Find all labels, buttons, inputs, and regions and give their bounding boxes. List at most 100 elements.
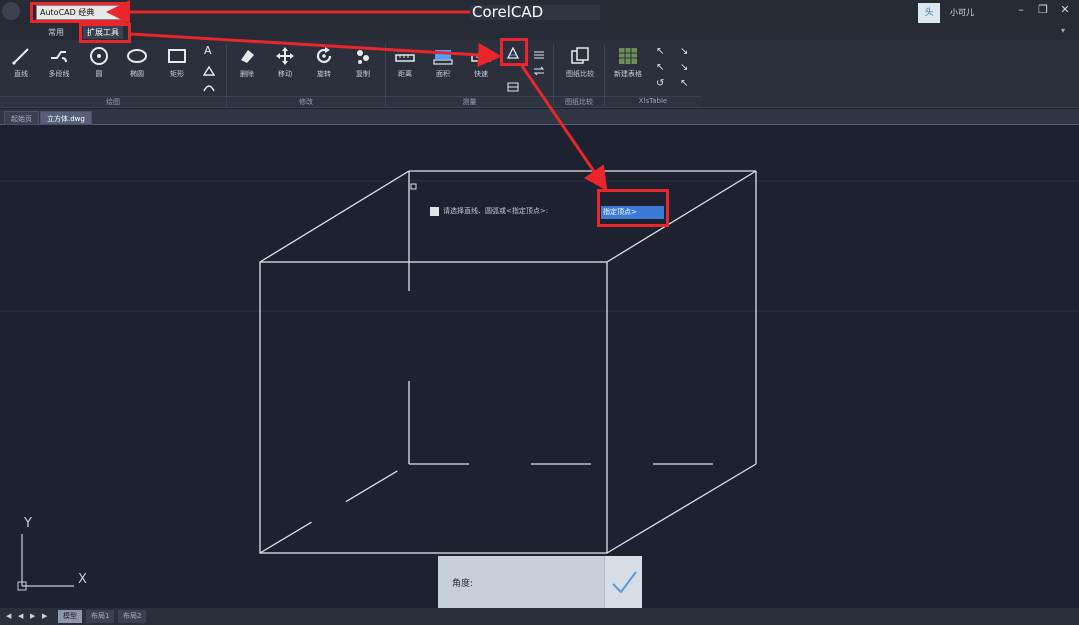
- workspace-dropdown-value: AutoCAD 经典: [40, 8, 95, 17]
- cursor-add-icon[interactable]: ↖: [656, 46, 668, 58]
- tab-layout1[interactable]: 布局1: [86, 610, 115, 623]
- document-tab-strip: 起始页 立方体.dwg: [0, 109, 1079, 125]
- avatar[interactable]: 头: [918, 3, 940, 23]
- user-name[interactable]: 小可儿: [950, 7, 974, 18]
- drawing-compare-label: 图纸比较: [566, 70, 594, 78]
- prev-tab-icon[interactable]: ◀: [18, 612, 23, 620]
- distance-button[interactable]: 距离: [388, 44, 422, 94]
- text-icon[interactable]: A: [204, 44, 216, 57]
- app-logo-icon[interactable]: [2, 2, 20, 20]
- table-small-icon[interactable]: [507, 78, 519, 92]
- angle-measure-icon[interactable]: [506, 44, 520, 59]
- arc-icon[interactable]: [203, 78, 215, 92]
- rotate-label: 旋转: [317, 70, 331, 78]
- quick-measure-button[interactable]: 快速: [464, 44, 498, 94]
- first-tab-icon[interactable]: ◀: [6, 612, 11, 620]
- ruler-icon: [395, 50, 415, 62]
- copy-label: 复制: [356, 70, 370, 78]
- area-button[interactable]: 面积: [426, 44, 460, 94]
- rotate-button[interactable]: 旋转: [307, 44, 341, 94]
- polyline-icon: [51, 51, 67, 63]
- ellipse-icon: [127, 49, 147, 63]
- ribbon-options-icon[interactable]: ▾: [1061, 26, 1065, 35]
- drawing-canvas[interactable]: Y X 请选择直线、圆弧或<指定顶点>: 指定顶点> 角度:: [0, 126, 1079, 608]
- command-input-field[interactable]: 指定顶点>: [601, 206, 664, 219]
- modify-group-label: 修改: [227, 96, 385, 107]
- tab-model[interactable]: 模型: [58, 610, 82, 623]
- move-icon: [276, 47, 294, 65]
- close-icon[interactable]: ✕: [1058, 3, 1072, 17]
- rectangle-label: 矩形: [170, 70, 184, 78]
- compare-icon: [571, 47, 589, 64]
- tab-drawing-file[interactable]: 立方体.dwg: [40, 111, 92, 125]
- circle-label: 圆: [95, 70, 103, 78]
- list-icon[interactable]: [533, 46, 545, 59]
- tab-layout2[interactable]: 布局2: [118, 610, 147, 623]
- title-bar: AutoCAD 经典 ▼ CorelCAD 头 小可儿 – ❐ ✕: [0, 0, 1079, 24]
- chevron-down-icon: ▼: [113, 8, 119, 16]
- move-label: 移动: [278, 70, 292, 78]
- copy-icon: [357, 50, 369, 64]
- confirm-button[interactable]: [604, 556, 642, 608]
- line-icon: [12, 48, 29, 65]
- line-button[interactable]: 直线: [4, 44, 38, 94]
- ellipse-button[interactable]: 椭圆: [120, 44, 154, 94]
- next-tab-icon[interactable]: ▶: [30, 612, 35, 620]
- cube-front-face: [259, 261, 608, 554]
- polyline-label: 多段线: [48, 70, 70, 78]
- rectangle-icon: [168, 49, 186, 63]
- table-group-label: XlsTable: [605, 96, 701, 107]
- circle-icon: [90, 47, 108, 65]
- ribbon-panel: 直线 多段线 圆 椭圆 矩形 A 删除 移动 旋转 复制 距离 面积 快速 图纸…: [0, 40, 1079, 108]
- ucs-y-label: Y: [24, 516, 32, 531]
- hatch-icon[interactable]: [202, 62, 216, 76]
- new-table-button[interactable]: 新建表格: [608, 44, 648, 94]
- layout-tab-bar: ◀ ◀ ▶ ▶ 模型 布局1 布局2: [0, 608, 1079, 625]
- minimize-icon[interactable]: –: [1014, 3, 1028, 17]
- circle-button[interactable]: 圆: [82, 44, 116, 94]
- area-icon: [433, 50, 453, 65]
- quick-measure-icon: [471, 54, 491, 62]
- eraser-icon: [241, 50, 254, 63]
- quick-measure-label: 快速: [474, 70, 488, 78]
- angle-label: 角度:: [452, 579, 474, 589]
- draw-group-label: 绘图: [0, 96, 226, 107]
- tab-start-page[interactable]: 起始页: [4, 111, 39, 125]
- cursor-move-icon[interactable]: ↘: [680, 46, 692, 58]
- move-button[interactable]: 移动: [268, 44, 302, 94]
- cursor-edit-icon[interactable]: ↖: [656, 62, 668, 74]
- workspace-dropdown[interactable]: AutoCAD 经典 ▼: [36, 5, 122, 20]
- polyline-button[interactable]: 多段线: [42, 44, 76, 94]
- new-table-label: 新建表格: [614, 70, 642, 78]
- erase-label: 删除: [240, 70, 254, 78]
- cube-drawing: [0, 170, 1079, 591]
- measure-group-label: 测量: [386, 96, 553, 107]
- rotate-icon: [316, 47, 332, 64]
- drawing-compare-button[interactable]: 图纸比较: [560, 44, 600, 94]
- distance-label: 距离: [398, 70, 412, 78]
- table-icon: [619, 48, 637, 64]
- copy-button[interactable]: 复制: [346, 44, 380, 94]
- restore-icon[interactable]: ❐: [1036, 3, 1050, 17]
- swap-icon[interactable]: [533, 62, 545, 76]
- prompt-icon: [430, 206, 439, 216]
- line-label: 直线: [14, 70, 28, 78]
- command-prompt: 请选择直线、圆弧或<指定顶点>:: [430, 204, 548, 218]
- app-title: CorelCAD: [472, 3, 544, 21]
- tab-home[interactable]: 常用: [44, 26, 68, 39]
- rectangle-button[interactable]: 矩形: [160, 44, 194, 94]
- tab-extended-tools[interactable]: 扩展工具: [83, 26, 123, 39]
- erase-button[interactable]: 删除: [230, 44, 264, 94]
- cursor-link-icon[interactable]: ↘: [680, 62, 692, 74]
- angle-input-panel[interactable]: 角度:: [438, 556, 642, 608]
- area-label: 面积: [436, 70, 450, 78]
- cursor-select-icon[interactable]: ↖: [680, 78, 692, 90]
- ellipse-label: 椭圆: [130, 70, 144, 78]
- compare-group-label: 图纸比较: [554, 96, 604, 107]
- last-tab-icon[interactable]: ▶: [42, 612, 47, 620]
- cursor-refresh-icon[interactable]: ↺: [656, 78, 668, 90]
- ucs-x-label: X: [78, 572, 87, 587]
- command-prompt-text: 请选择直线、圆弧或<指定顶点>:: [443, 207, 549, 215]
- ribbon-tab-row: 常用 扩展工具 ▾: [0, 24, 1079, 40]
- checkmark-icon: [612, 571, 637, 594]
